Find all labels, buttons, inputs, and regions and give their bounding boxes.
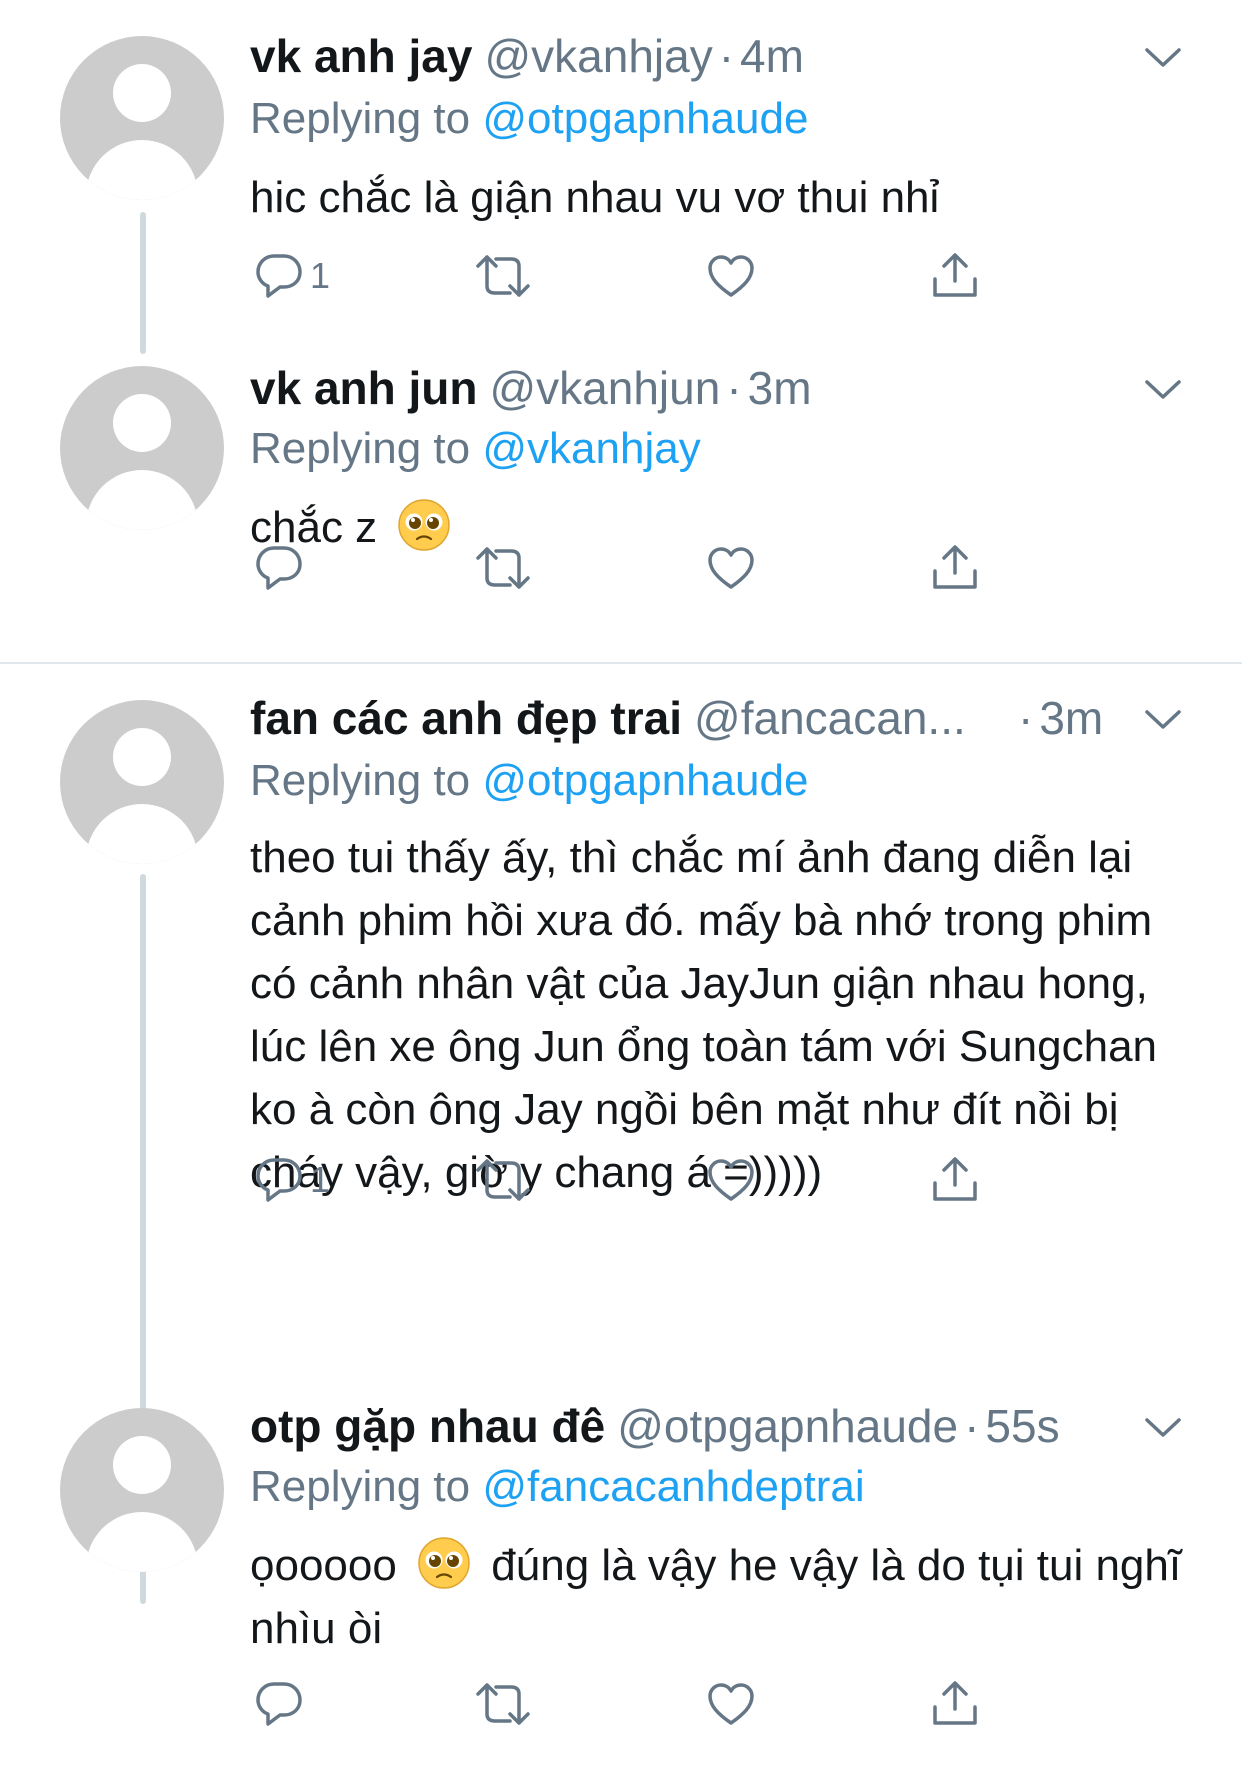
like-button[interactable]: [706, 536, 756, 600]
share-button[interactable]: [930, 536, 980, 600]
replying-to-link[interactable]: @vkanhjay: [482, 424, 700, 473]
user-handle[interactable]: @fancacan...: [694, 692, 966, 744]
replying-to-link[interactable]: @fancacanhdeptrai: [482, 1462, 864, 1511]
replying-prefix: Replying to: [250, 756, 471, 805]
chevron-down-icon[interactable]: [1144, 708, 1182, 732]
reply-button[interactable]: [254, 1672, 310, 1736]
reply-button[interactable]: 1: [254, 1148, 330, 1212]
like-button[interactable]: [706, 1148, 756, 1212]
avatar[interactable]: [60, 700, 224, 864]
chevron-down-icon[interactable]: [1144, 378, 1182, 402]
share-icon: [933, 1157, 977, 1201]
retweet-button[interactable]: [474, 1148, 532, 1212]
reply-count: 1: [310, 1159, 331, 1200]
tweet-thread: vk anh jay @vkanhjay · 4m Replying to @otpg…: [0, 0, 1242, 1769]
share-button[interactable]: [930, 244, 980, 308]
chevron-down-icon[interactable]: [1144, 1416, 1182, 1440]
timestamp[interactable]: 4m: [740, 30, 804, 82]
heart-icon: [708, 1159, 754, 1201]
tweet-header: fan các anh đẹp trai @fancacan...: [250, 688, 1010, 748]
action-bar: [250, 1672, 1010, 1736]
tweet-text-part: ọooooo: [250, 1541, 397, 1590]
tweet-text-wrapper: ọooooo đúng là vậy he vậy là do tụi tui …: [250, 1534, 1190, 1660]
reply-count: 1: [310, 255, 331, 296]
user-handle[interactable]: @vkanhjay: [484, 30, 712, 82]
reply-icon: [256, 1682, 302, 1726]
reply-icon: [256, 254, 302, 298]
replying-prefix: Replying to: [250, 1462, 471, 1511]
share-button[interactable]: [930, 1672, 980, 1736]
separator-dot: ·: [726, 362, 742, 414]
replying-to: Replying to @otpgapnhaude: [250, 90, 808, 148]
display-name[interactable]: vk anh jun: [250, 362, 477, 414]
heart-icon: [708, 547, 754, 589]
share-icon: [933, 545, 977, 589]
timestamp[interactable]: 3m: [1039, 692, 1103, 744]
retweet-button[interactable]: [474, 1672, 532, 1736]
heart-icon: [708, 1683, 754, 1725]
thread-connector: [140, 212, 146, 354]
reply-button[interactable]: [254, 536, 310, 600]
user-handle[interactable]: @otpgapnhaude: [617, 1400, 958, 1452]
reply-button[interactable]: 1: [254, 244, 330, 308]
tweet-time-group: · 3m: [1012, 688, 1103, 748]
replying-prefix: Replying to: [250, 94, 471, 143]
separator-dot: ·: [718, 30, 735, 82]
separator-dot: ·: [964, 1400, 980, 1452]
share-icon: [933, 253, 977, 297]
avatar[interactable]: [60, 1408, 224, 1572]
replying-to: Replying to @fancacanhdeptrai: [250, 1458, 865, 1516]
separator-dot: ·: [1018, 692, 1034, 744]
share-button[interactable]: [930, 1148, 980, 1212]
action-bar: 1: [250, 244, 1010, 308]
avatar[interactable]: [60, 366, 224, 530]
tweet-header: vk anh jun @vkanhjun · 3m: [250, 358, 812, 418]
replying-to-link[interactable]: @otpgapnhaude: [482, 756, 808, 805]
display-name[interactable]: fan các anh đẹp trai: [250, 692, 682, 744]
like-button[interactable]: [706, 244, 756, 308]
share-icon: [933, 1681, 977, 1725]
tweet-text: hic chắc là giận nhau vu vơ thui nhỉ: [250, 173, 940, 222]
replying-to: Replying to @vkanhjay: [250, 420, 701, 478]
retweet-icon: [476, 1159, 530, 1201]
like-button[interactable]: [706, 1672, 756, 1736]
chevron-down-icon[interactable]: [1144, 46, 1182, 70]
tweet-header: otp gặp nhau đê @otpgapnhaude · 55s: [250, 1396, 1060, 1456]
heart-icon: [708, 255, 754, 297]
retweet-icon: [476, 547, 530, 589]
retweet-button[interactable]: [474, 536, 532, 600]
avatar[interactable]: [60, 36, 224, 200]
display-name[interactable]: vk anh jay: [250, 30, 472, 82]
retweet-icon: [476, 255, 530, 297]
pleading-face-emoji: [418, 1537, 470, 1589]
timestamp[interactable]: 3m: [748, 362, 812, 414]
thread-divider: [0, 662, 1242, 664]
user-handle[interactable]: @vkanhjun: [489, 362, 720, 414]
reply-icon: [256, 1158, 302, 1202]
replying-prefix: Replying to: [250, 424, 471, 473]
reply-icon: [256, 546, 302, 590]
replying-to-link[interactable]: @otpgapnhaude: [482, 94, 808, 143]
timestamp[interactable]: 55s: [985, 1400, 1059, 1452]
tweet-header: vk anh jay @vkanhjay · 4m: [250, 26, 804, 86]
action-bar: [250, 536, 1010, 600]
retweet-button[interactable]: [474, 244, 532, 308]
replying-to: Replying to @otpgapnhaude: [250, 752, 808, 810]
retweet-icon: [476, 1683, 530, 1725]
action-bar: 1: [250, 1148, 1010, 1212]
display-name[interactable]: otp gặp nhau đê: [250, 1400, 605, 1452]
